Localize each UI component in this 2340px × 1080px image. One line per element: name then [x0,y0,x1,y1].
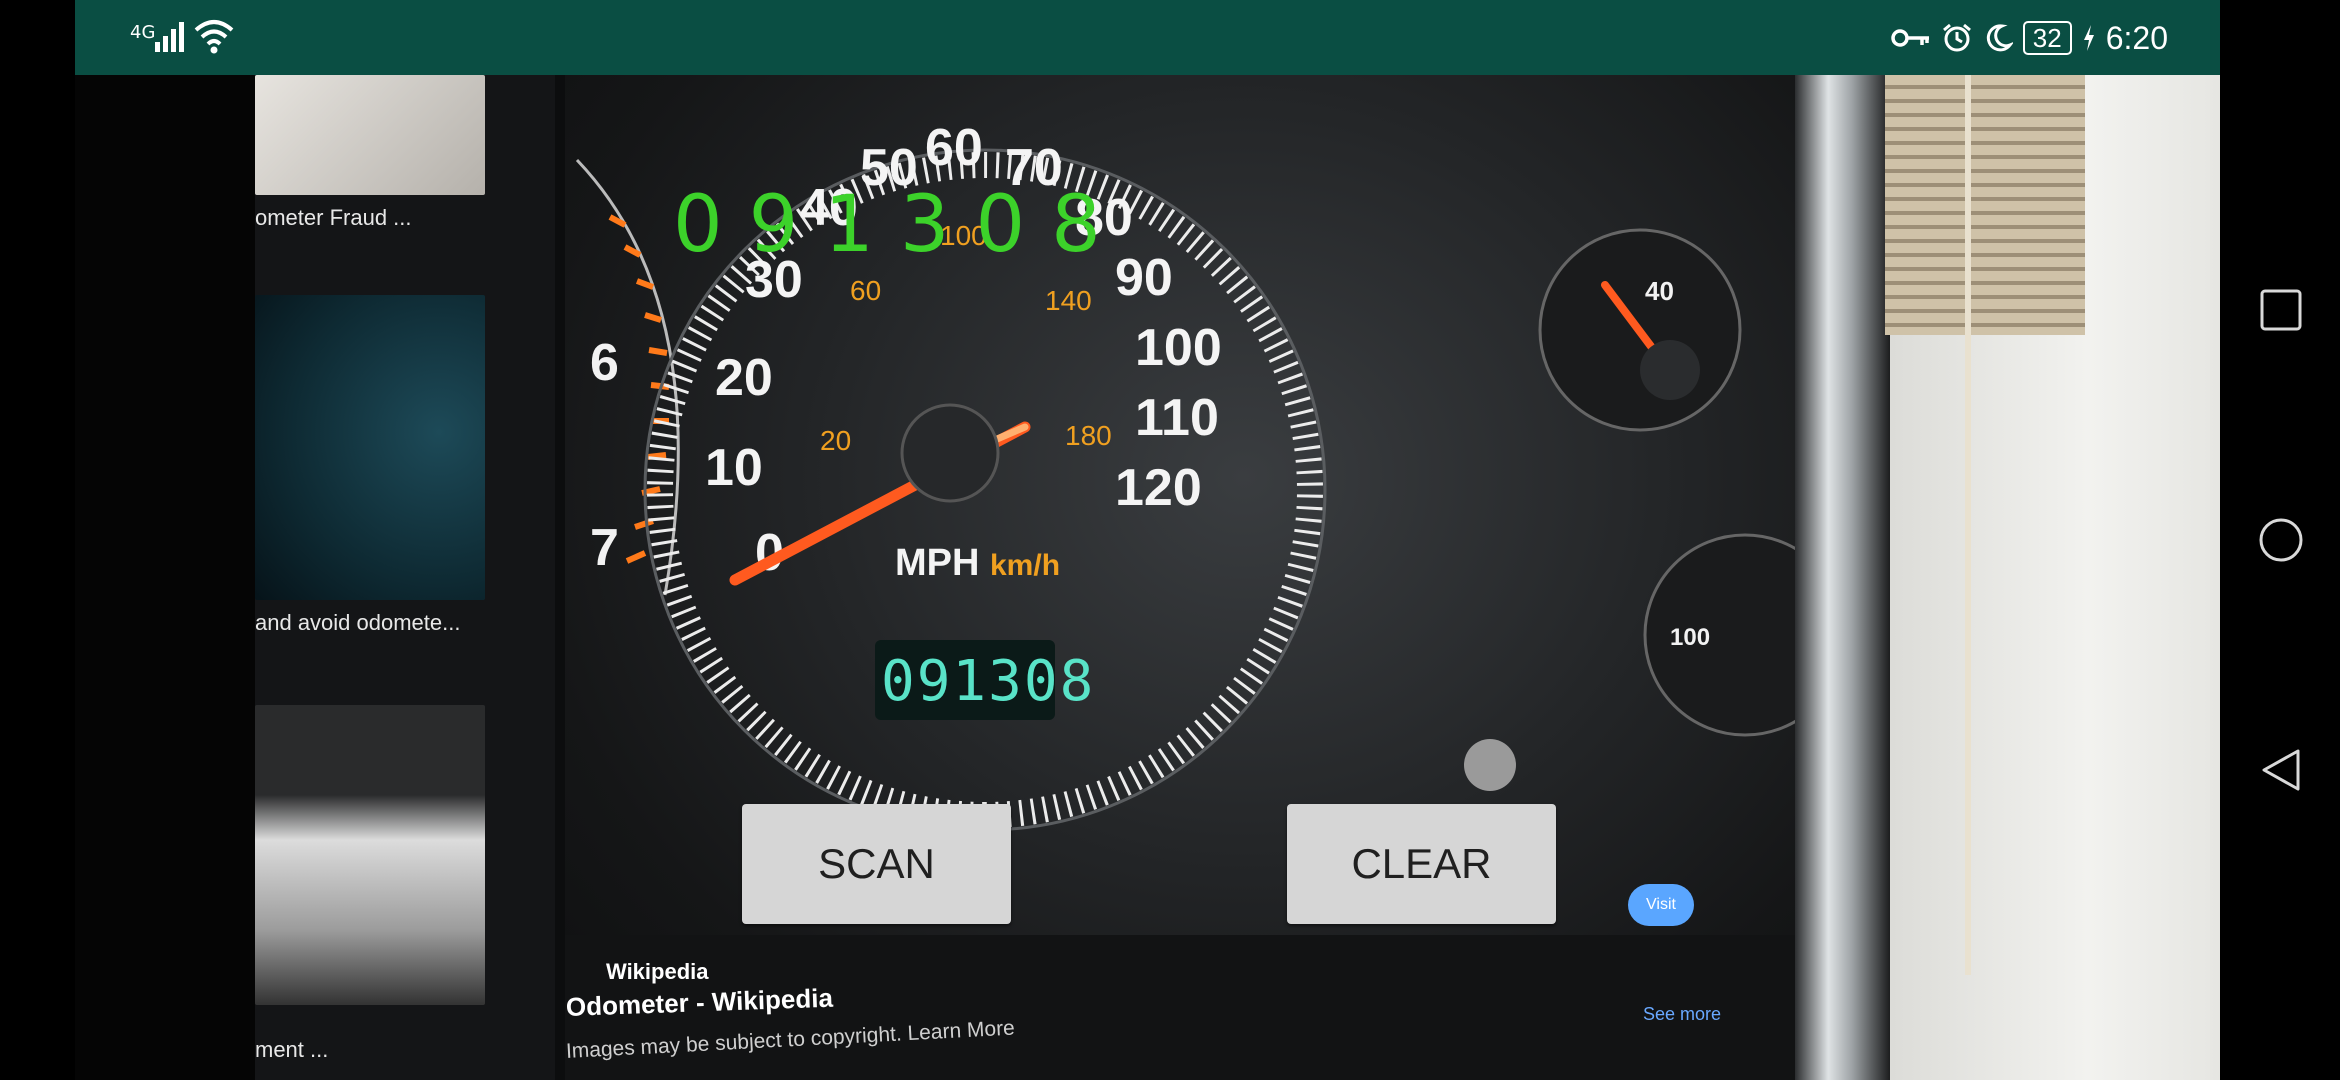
temp-gauge-label: 100 [1670,624,1710,651]
result-caption: ment ... [255,1037,329,1062]
mph-label: 110 [1135,389,1219,447]
kmh-unit: km/h [990,549,1060,582]
mph-label: 60 [925,119,983,177]
do-not-disturb-icon [1986,24,2013,52]
result-thumbnail [255,75,485,195]
tach-label: 6 [590,334,619,392]
status-bar: 4G 32 6:20 [75,0,2220,75]
window-blinds [1885,75,2085,335]
signal-icon [155,22,184,52]
wifi-icon [194,20,234,54]
preview-left-edge [75,75,255,1080]
oil-gauge-label: 40 [1645,276,1674,306]
result-caption: ometer Fraud ... [255,205,412,230]
source-label: Wikipedia [606,959,709,984]
status-right: 32 6:20 [1891,18,2168,58]
see-more-link: See more [1643,1004,1722,1024]
tach-label: 7 [590,519,619,577]
result-caption: and avoid odomete... [255,610,461,635]
mph-unit: MPH [895,542,979,584]
home-circle-icon[interactable] [2258,517,2304,563]
mph-label: 20 [715,349,773,407]
search-results-column: ometer Fraud ... and avoid odomete... me… [255,75,555,1080]
mph-label: 100 [1135,319,1222,377]
visit-chip: Visit [1628,884,1694,926]
vpn-key-icon [1891,29,1929,47]
kmh-label: 60 [850,275,881,306]
result-thumbnail [255,705,485,1005]
scan-button[interactable]: SCAN [742,804,1011,924]
blind-cord [1965,75,1971,975]
kmh-label: 140 [1045,285,1092,316]
mph-label: 10 [705,439,763,497]
mph-label: 120 [1115,459,1202,517]
odometer-digits: 091308 [881,649,1095,714]
recents-square-icon[interactable] [2258,287,2304,333]
battery-icon: 32 [2022,21,2072,55]
alarm-icon [1942,23,1971,52]
monitor-bezel [1795,75,1890,1080]
result-thumbnail [255,295,485,600]
back-triangle-icon[interactable] [2258,747,2304,793]
kmh-label: 180 [1065,420,1112,451]
charging-icon [2083,25,2094,51]
camera-preview: ometer Fraud ... and avoid odomete... me… [75,75,2220,1080]
network-type: 4G [130,22,156,43]
clock: 6:20 [2105,19,2168,56]
kmh-label: 20 [820,425,851,456]
ocr-reading-overlay: 091308 [673,180,1127,270]
navigation-bar [2220,0,2340,1080]
clear-button[interactable]: CLEAR [1287,804,1556,924]
